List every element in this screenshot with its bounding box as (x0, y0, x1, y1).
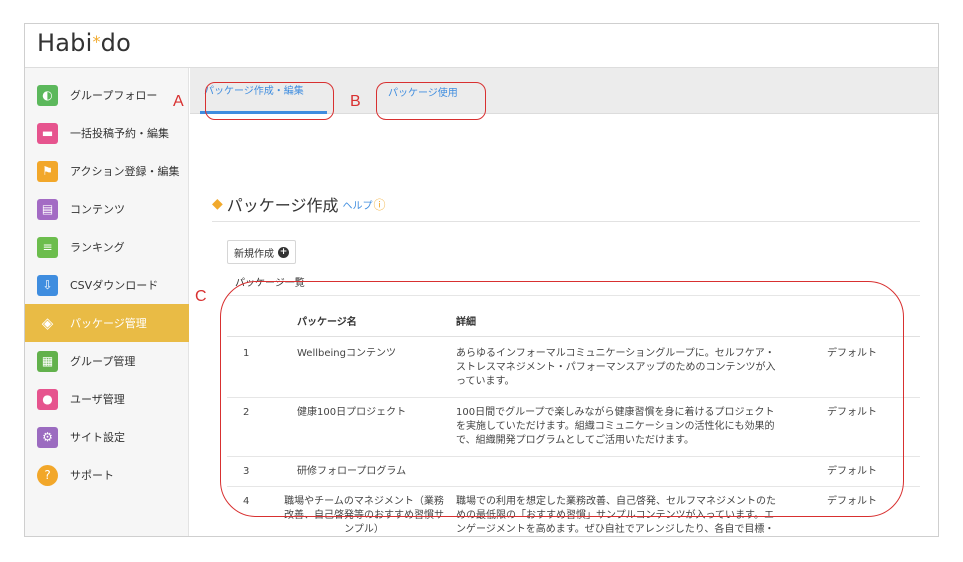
ranking-icon: ≡ (37, 236, 58, 258)
help-icon: ? (37, 464, 58, 486)
sidebar-item-label: ユーザ管理 (70, 393, 125, 406)
column-header-detail: 詳細 (456, 317, 476, 328)
row-number: 4 (243, 496, 250, 507)
gear-icon: ⚙ (37, 426, 58, 448)
divider (227, 486, 920, 487)
app-header: Habi*do (25, 24, 938, 68)
download-icon: ⇩ (37, 274, 58, 296)
section-heading: ◆ パッケージ作成 ヘルプ ⓘ (212, 192, 385, 216)
sidebar-item-label: サポート (70, 469, 114, 482)
flag-icon: ⚑ (37, 160, 58, 182)
new-package-button[interactable]: 新規作成 + (227, 240, 296, 264)
contents-icon: ▤ (37, 198, 58, 220)
tab-package-use[interactable]: パッケージ使用 (388, 68, 458, 114)
default-badge: デフォルト (827, 407, 877, 418)
annotation-label-c: C (195, 288, 207, 305)
sidebar-item-label: サイト設定 (70, 431, 125, 444)
sidebar-item-bulk-post[interactable]: ▬ 一括投稿予約・編集 (25, 114, 189, 152)
divider (212, 221, 920, 222)
sidebar-item-support[interactable]: ? サポート (25, 456, 189, 494)
package-name: 職場やチームのマネジメント（業務改善、自己啓発等のおすすめ習慣サンプル） (284, 496, 444, 535)
package-detail: 職場での利用を想定した業務改善、自己啓発、セルフマネジメントのための最低限の「お… (456, 496, 776, 535)
sidebar: ◐ グループフォロー ▬ 一括投稿予約・編集 ⚑ アクション登録・編集 ▤ コン… (25, 68, 189, 536)
sidebar-item-contents[interactable]: ▤ コンテンツ (25, 190, 189, 228)
habitodo-logo[interactable]: Habi*do (37, 29, 131, 57)
sidebar-item-group-follow[interactable]: ◐ グループフォロー (25, 76, 189, 114)
sidebar-item-label: グループ管理 (70, 355, 136, 368)
sidebar-item-label: CSVダウンロード (70, 279, 159, 292)
sidebar-item-label: グループフォロー (70, 89, 158, 102)
annotation-label-b: B (350, 93, 361, 110)
sidebar-item-ranking[interactable]: ≡ ランキング (25, 228, 189, 266)
users-icon: ● (37, 388, 58, 410)
help-link[interactable]: ヘルプ (342, 197, 372, 212)
sidebar-item-label: アクション登録・編集 (70, 165, 180, 178)
row-number: 3 (243, 466, 250, 477)
divider (227, 336, 920, 337)
default-badge: デフォルト (827, 466, 877, 477)
package-name: 健康100日プロジェクト (297, 407, 407, 418)
sidebar-item-package[interactable]: ◈ パッケージ管理 (25, 304, 189, 342)
package-detail: あらゆるインフォーマルコミュニケーショングループに。セルフケア・ストレスマネジメ… (456, 348, 776, 387)
row-number: 2 (243, 407, 250, 418)
sidebar-item-label: 一括投稿予約・編集 (70, 127, 169, 140)
sidebar-item-group-manage[interactable]: ▦ グループ管理 (25, 342, 189, 380)
help-circle-icon[interactable]: ⓘ (373, 196, 385, 213)
default-badge: デフォルト (827, 348, 877, 359)
tab-bar: パッケージ作成・編集 パッケージ使用 (190, 68, 938, 114)
follow-icon: ◐ (37, 84, 58, 106)
column-header-name: パッケージ名 (297, 317, 357, 328)
sidebar-item-label: ランキング (70, 241, 125, 254)
page-title: パッケージ作成 (226, 196, 339, 215)
post-schedule-icon: ▬ (37, 122, 58, 144)
annotation-label-a: A (173, 93, 184, 110)
logo-star-icon: * (92, 32, 101, 51)
sidebar-item-action[interactable]: ⚑ アクション登録・編集 (25, 152, 189, 190)
group-manage-icon: ▦ (37, 350, 58, 372)
package-icon: ◆ (212, 196, 223, 212)
sidebar-item-label: パッケージ管理 (70, 317, 147, 330)
plus-circle-icon: + (278, 246, 289, 258)
tab-package-edit[interactable]: パッケージ作成・編集 (200, 68, 327, 114)
package-list-label: パッケージ一覧 (235, 278, 305, 289)
main-content: パッケージ作成・編集 パッケージ使用 ◆ パッケージ作成 ヘルプ ⓘ 新規作成 … (190, 68, 938, 536)
divider (227, 456, 920, 457)
sidebar-item-label: コンテンツ (70, 203, 125, 216)
default-badge: デフォルト (827, 496, 877, 507)
row-number: 1 (243, 348, 250, 359)
divider (227, 295, 920, 296)
sidebar-item-csv-download[interactable]: ⇩ CSVダウンロード (25, 266, 189, 304)
sidebar-item-site-settings[interactable]: ⚙ サイト設定 (25, 418, 189, 456)
package-name: 研修フォロープログラム (297, 466, 407, 477)
app-window: Habi*do ◐ グループフォロー ▬ 一括投稿予約・編集 ⚑ アクション登録… (24, 23, 939, 537)
package-name: Wellbeingコンテンツ (297, 348, 396, 359)
package-icon: ◈ (41, 314, 54, 332)
package-detail: 100日間でグループで楽しみながら健康習慣を身に着けるプロジェクトを実施していた… (456, 407, 775, 446)
divider (227, 397, 920, 398)
sidebar-item-users[interactable]: ● ユーザ管理 (25, 380, 189, 418)
